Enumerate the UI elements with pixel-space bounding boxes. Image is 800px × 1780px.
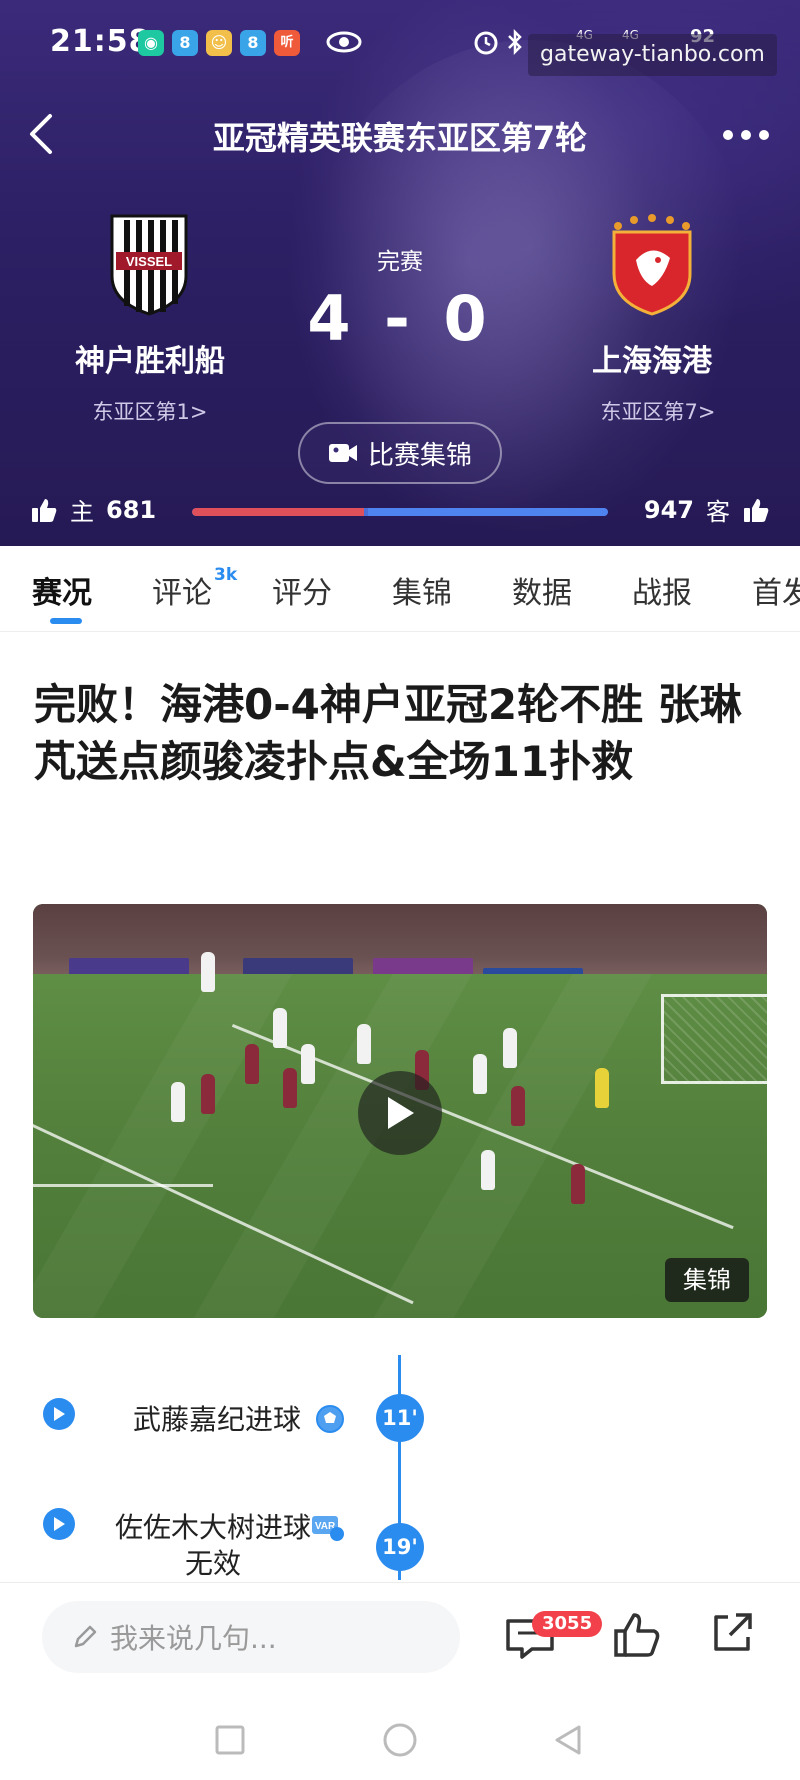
pencil-icon <box>74 1625 97 1648</box>
home-support-fill <box>192 508 364 516</box>
tab-stats[interactable]: 数据 <box>512 568 572 612</box>
player <box>245 1044 259 1084</box>
app-notification-icon: 听 <box>274 30 300 56</box>
player <box>201 1074 215 1114</box>
away-team-rank[interactable]: 东亚区第7> <box>538 396 778 426</box>
event-minute: 19' <box>376 1523 424 1571</box>
play-button[interactable] <box>358 1071 442 1155</box>
away-support-count: 947 <box>643 495 694 524</box>
share-icon[interactable] <box>710 1611 754 1655</box>
tab-label: 赛况 <box>32 576 92 611</box>
timeline-event[interactable]: 佐佐木大树进球无效 VAR <box>33 1490 363 1582</box>
thumbs-up-icon[interactable] <box>30 496 58 524</box>
tab-comments[interactable]: 评论3k <box>152 565 238 612</box>
thumbs-up-icon[interactable] <box>612 1611 662 1661</box>
player <box>283 1068 297 1108</box>
active-tab-indicator <box>50 618 82 624</box>
tab-label: 评论 <box>152 576 212 611</box>
app-notification-icon: 8 <box>172 30 198 56</box>
system-navigation-bar <box>0 1696 800 1780</box>
player <box>273 1008 287 1048</box>
player <box>201 952 215 992</box>
tab-ratings[interactable]: 评分 <box>272 568 332 612</box>
home-team-rank[interactable]: 东亚区第1> <box>30 396 270 426</box>
highlight-video[interactable]: 集锦 <box>33 904 767 1318</box>
more-options-icon[interactable] <box>722 128 770 142</box>
status-time: 21:58 <box>50 24 151 59</box>
highlights-label: 比赛集锦 <box>367 440 472 471</box>
video-tag: 集锦 <box>665 1258 749 1302</box>
home-icon[interactable] <box>382 1722 418 1758</box>
comment-count-badge: 3k <box>214 565 238 585</box>
event-text: 佐佐木大树进球无效 <box>114 1511 311 1580</box>
tab-label: 数据 <box>512 576 572 611</box>
player <box>503 1028 517 1068</box>
tab-lineup[interactable]: 首发 <box>752 568 800 612</box>
tab-label: 战报 <box>632 576 692 611</box>
event-minute: 11' <box>376 1394 424 1442</box>
tab-label: 集锦 <box>392 576 452 611</box>
player <box>511 1086 525 1126</box>
home-support[interactable]: 主 681 <box>30 492 156 527</box>
goalkeeper <box>595 1068 609 1108</box>
away-support-label: 客 <box>706 498 730 526</box>
home-support-count: 681 <box>106 495 157 524</box>
match-highlights-button[interactable]: 比赛集锦 <box>298 422 502 484</box>
play-icon <box>388 1097 414 1129</box>
tab-label: 评分 <box>272 576 332 611</box>
bluetooth-icon <box>508 28 522 56</box>
event-text: 武藤嘉纪进球 <box>132 1403 301 1436</box>
tab-live[interactable]: 赛况 <box>32 568 92 612</box>
watermark: gateway-tianbo.com <box>528 34 777 76</box>
player <box>301 1044 315 1084</box>
play-icon[interactable] <box>43 1508 75 1540</box>
recent-apps-icon[interactable] <box>214 1724 246 1756</box>
article-headline[interactable]: 完败！海港0-4神户亚冠2轮不胜 张琳芃送点颜骏凌扑点&全场11扑救 <box>34 676 774 790</box>
player <box>473 1054 487 1094</box>
tab-highlights[interactable]: 集锦 <box>392 568 452 612</box>
var-icon: VAR <box>312 1516 344 1541</box>
video-camera-icon <box>328 444 357 462</box>
bottom-action-bar: 我来说几句... 3055 <box>0 1582 800 1696</box>
player <box>357 1024 371 1064</box>
away-support[interactable]: 947 客 <box>644 492 770 527</box>
comment-count-badge: 3055 <box>532 1611 603 1637</box>
away-support-fill <box>368 508 608 516</box>
match-header: 21:58 ◉ 8 ☺ 8 听 4G 4G 92 gateway-tianbo.… <box>0 0 800 546</box>
goal-net <box>661 994 767 1084</box>
app-notification-icon: ◉ <box>138 30 164 56</box>
play-icon[interactable] <box>43 1398 75 1430</box>
back-icon[interactable] <box>552 1724 584 1756</box>
tab-report[interactable]: 战报 <box>632 568 692 612</box>
player <box>571 1164 585 1204</box>
player <box>171 1082 185 1122</box>
soccer-ball-icon <box>316 1405 344 1433</box>
match-status: 完赛 <box>377 249 423 275</box>
comment-input[interactable]: 我来说几句... <box>42 1601 460 1673</box>
home-support-label: 主 <box>70 498 94 526</box>
timeline-event[interactable]: 武藤嘉纪进球 <box>33 1378 363 1458</box>
tab-bar: 赛况 评论3k 评分 集锦 数据 战报 首发 <box>0 546 800 632</box>
app-notification-icon: ☺ <box>206 30 232 56</box>
support-bar: 主 681 947 客 <box>0 492 800 532</box>
player <box>481 1150 495 1190</box>
tab-label: 首发 <box>752 576 800 611</box>
pitch-line <box>33 1184 213 1187</box>
eye-icon <box>326 31 362 53</box>
app-notification-icon: 8 <box>240 30 266 56</box>
page-title: 亚冠精英联赛东亚区第7轮 <box>212 119 588 157</box>
match-score: 4 - 0 <box>307 282 493 355</box>
support-ratio-bar <box>192 508 608 516</box>
alarm-icon <box>474 31 498 55</box>
thumbs-up-icon[interactable] <box>742 496 770 524</box>
comment-placeholder: 我来说几句... <box>110 1622 277 1655</box>
